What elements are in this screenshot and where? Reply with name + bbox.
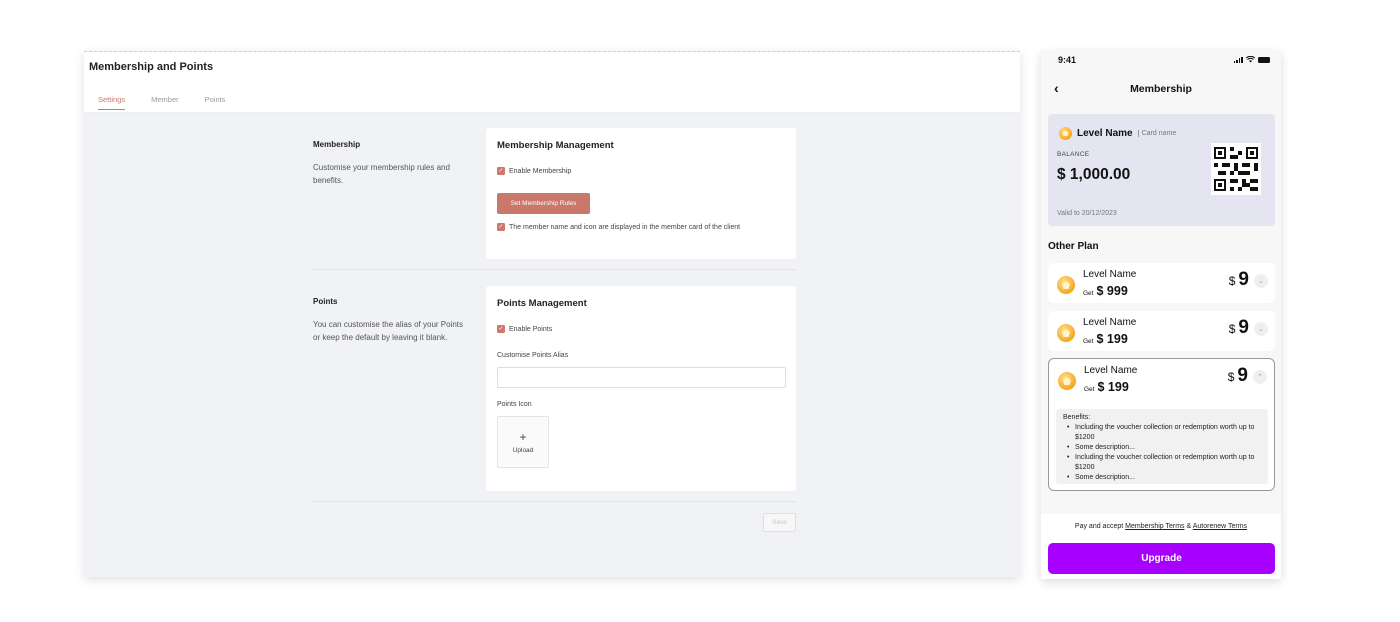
- points-description: You can customise the alias of your Poin…: [313, 320, 464, 342]
- plus-icon: +: [519, 429, 527, 444]
- nav-title: Membership: [1130, 83, 1192, 95]
- benefit-item: Including the voucher collection or rede…: [1063, 453, 1261, 473]
- upload-button[interactable]: + Upload: [497, 416, 549, 468]
- enable-membership-label: Enable Membership: [509, 167, 572, 175]
- enable-points-row[interactable]: ✓ Enable Points: [497, 325, 552, 333]
- display-member-card-label: The member name and icon are displayed i…: [509, 223, 741, 231]
- benefits-title: Benefits:: [1063, 414, 1091, 421]
- plan-name: Level Name: [1083, 269, 1137, 280]
- admin-header: Membership and Points Settings Member Po…: [84, 52, 1020, 113]
- plan-card[interactable]: Level Name Get $ 199 $9 ⌄: [1048, 311, 1275, 351]
- points-icon-label: Points Icon: [497, 401, 532, 408]
- wifi-icon: [1246, 56, 1255, 63]
- plan-name: Level Name: [1084, 365, 1138, 376]
- tab-bar: Settings Member Points: [98, 95, 225, 110]
- membership-card-title: Membership Management: [497, 140, 614, 151]
- balance-value: $ 1,000.00: [1057, 166, 1131, 183]
- plan-price: $9: [1227, 365, 1248, 386]
- level-badge-icon: [1057, 276, 1075, 294]
- upgrade-button[interactable]: Upgrade: [1048, 543, 1275, 574]
- membership-description: Customise your membership rules and bene…: [313, 163, 450, 185]
- level-badge-icon: [1058, 372, 1076, 390]
- level-name: Level Name: [1077, 128, 1133, 139]
- status-bar: 9:41: [1041, 51, 1281, 73]
- signal-icon: [1233, 56, 1243, 63]
- member-card: Level Name Card name BALANCE $ 1,000.00 …: [1048, 114, 1275, 226]
- plan-name: Level Name: [1083, 317, 1137, 328]
- chevron-down-icon[interactable]: ⌄: [1254, 274, 1268, 288]
- level-badge-icon: [1059, 127, 1072, 140]
- points-management-card: Points Management ✓ Enable Points Custom…: [486, 286, 796, 491]
- plan-get: Get $ 999: [1083, 284, 1128, 298]
- autorenew-terms-link[interactable]: Autorenew Terms: [1193, 523, 1247, 530]
- benefit-item: Including the voucher collection or rede…: [1063, 423, 1261, 443]
- tab-points[interactable]: Points: [205, 95, 226, 110]
- phone-footer: Pay and accept Membership Terms & Autore…: [1041, 514, 1281, 579]
- plan-price: $9: [1228, 269, 1249, 290]
- points-alias-label: Customise Points Alias: [497, 352, 569, 359]
- level-badge-icon: [1057, 324, 1075, 342]
- checkbox-checked-icon[interactable]: ✓: [497, 325, 505, 333]
- plan-price: $9: [1228, 317, 1249, 338]
- plan-card-expanded[interactable]: Level Name Get$ 199 $9 ⌃ Benefits: Inclu…: [1048, 358, 1275, 491]
- plan-get: Get $ 199: [1084, 380, 1129, 394]
- card-name: Card name: [1137, 130, 1176, 137]
- points-alias-input[interactable]: [497, 367, 786, 388]
- section-divider: [313, 269, 796, 270]
- save-button[interactable]: Save: [763, 513, 796, 532]
- chevron-up-icon[interactable]: ⌃: [1253, 370, 1267, 384]
- terms-text: Pay and accept Membership Terms & Autore…: [1074, 523, 1248, 530]
- benefits-panel: Benefits: Including the voucher collecti…: [1056, 409, 1268, 484]
- benefit-item: Some description...: [1063, 443, 1261, 453]
- membership-management-card: Membership Management ✓ Enable Membershi…: [486, 128, 796, 259]
- qr-code-icon: [1211, 143, 1261, 195]
- membership-heading: Membership: [313, 140, 361, 149]
- display-member-card-row[interactable]: ✓ The member name and icon are displayed…: [497, 223, 740, 231]
- battery-icon: [1258, 57, 1270, 63]
- mobile-preview: 9:41 ‹ Membership Level Name Card name B…: [1041, 51, 1281, 579]
- tab-member[interactable]: Member: [151, 95, 179, 110]
- valid-to: Valid to 20/12/2023: [1057, 210, 1117, 217]
- enable-points-label: Enable Points: [509, 325, 553, 333]
- benefit-item: Some description...: [1063, 473, 1261, 483]
- points-card-title: Points Management: [497, 298, 587, 309]
- admin-panel: Membership and Points Settings Member Po…: [84, 51, 1020, 577]
- set-membership-rules-button[interactable]: Set Membership Rules: [497, 193, 590, 214]
- checkbox-checked-icon[interactable]: ✓: [497, 167, 505, 175]
- member-card-header: Level Name Card name: [1059, 127, 1176, 140]
- membership-terms-link[interactable]: Membership Terms: [1125, 523, 1184, 530]
- nav-bar: ‹ Membership: [1041, 73, 1281, 105]
- plan-card[interactable]: Level Name Get $ 999 $9 ⌄: [1048, 263, 1275, 303]
- balance-label: BALANCE: [1057, 151, 1090, 158]
- tab-settings[interactable]: Settings: [98, 95, 126, 110]
- benefits-list: Including the voucher collection or rede…: [1063, 423, 1261, 483]
- other-plan-heading: Other Plan: [1048, 241, 1099, 252]
- upload-label: Upload: [512, 446, 534, 454]
- status-icons: [1233, 56, 1270, 63]
- chevron-down-icon[interactable]: ⌄: [1254, 322, 1268, 336]
- page-title: Membership and Points: [89, 61, 214, 73]
- points-section-label: Points You can customise the alias of yo…: [313, 297, 463, 344]
- plan-get: Get $ 199: [1083, 332, 1128, 346]
- points-heading: Points: [313, 297, 338, 306]
- status-time: 9:41: [1058, 55, 1077, 65]
- checkbox-checked-icon[interactable]: ✓: [497, 223, 505, 231]
- enable-membership-row[interactable]: ✓ Enable Membership: [497, 167, 571, 175]
- membership-section-label: Membership Customise your membership rul…: [313, 140, 463, 187]
- section-divider: [313, 501, 796, 502]
